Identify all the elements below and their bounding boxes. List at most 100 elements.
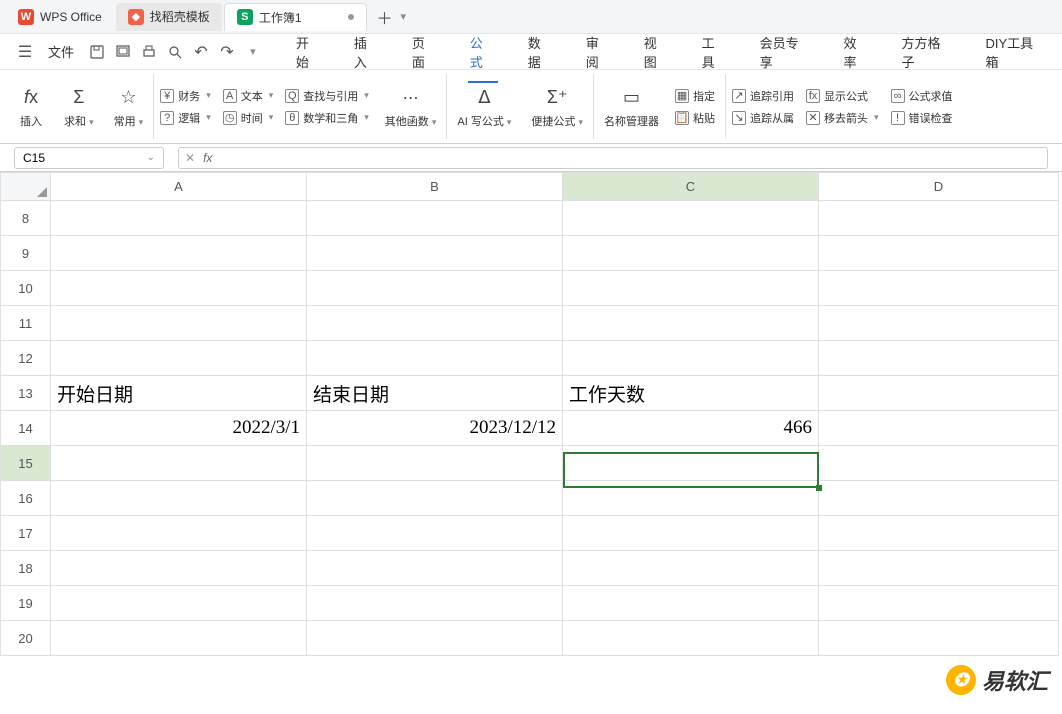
eval-button[interactable]: ∞公式求值	[891, 88, 953, 104]
cell[interactable]	[563, 201, 819, 236]
row-header[interactable]: 12	[1, 341, 51, 376]
cell-C14[interactable]: 466	[563, 411, 819, 446]
tab-insert[interactable]: 插入	[352, 29, 382, 75]
tab-data[interactable]: 数据	[526, 29, 556, 75]
cell[interactable]	[819, 551, 1059, 586]
cell[interactable]	[819, 516, 1059, 551]
cell[interactable]	[307, 446, 563, 481]
common-button[interactable]: ☆ 常用 ▾	[114, 85, 144, 129]
cell[interactable]	[307, 201, 563, 236]
col-header-B[interactable]: B	[307, 173, 563, 201]
row-header[interactable]: 10	[1, 271, 51, 306]
cell[interactable]	[563, 306, 819, 341]
show-formula-button[interactable]: fx显示公式	[806, 88, 879, 104]
row-header[interactable]: 20	[1, 621, 51, 656]
date-button[interactable]: ◷时间▾	[223, 110, 274, 126]
print-icon[interactable]	[138, 41, 160, 63]
cell[interactable]	[563, 551, 819, 586]
row-header[interactable]: 11	[1, 306, 51, 341]
cell[interactable]	[307, 271, 563, 306]
row-header[interactable]: 18	[1, 551, 51, 586]
tab-diy[interactable]: DIY工具箱	[983, 29, 1048, 75]
row-header[interactable]: 19	[1, 586, 51, 621]
cell-A14[interactable]: 2022/3/1	[51, 411, 307, 446]
cell[interactable]	[51, 271, 307, 306]
cell-C13[interactable]: 工作天数	[563, 376, 819, 411]
cancel-icon[interactable]: ✕	[185, 151, 195, 165]
cell[interactable]	[819, 341, 1059, 376]
insert-function-button[interactable]: fx 插入	[18, 85, 44, 129]
cell-B13[interactable]: 结束日期	[307, 376, 563, 411]
cell[interactable]	[51, 306, 307, 341]
cell[interactable]	[307, 551, 563, 586]
row-header[interactable]: 15	[1, 446, 51, 481]
cell[interactable]	[819, 376, 1059, 411]
cell[interactable]	[819, 586, 1059, 621]
file-menu[interactable]: 文件	[40, 42, 82, 61]
find-icon[interactable]	[164, 41, 186, 63]
cell[interactable]	[51, 446, 307, 481]
tab-view[interactable]: 视图	[642, 29, 672, 75]
cell[interactable]	[563, 586, 819, 621]
tab-page[interactable]: 页面	[410, 29, 440, 75]
cell[interactable]	[819, 306, 1059, 341]
tab-efficiency[interactable]: 效率	[842, 29, 872, 75]
cell[interactable]	[307, 236, 563, 271]
undo-icon[interactable]: ↶	[190, 41, 212, 63]
col-header-D[interactable]: D	[819, 173, 1059, 201]
cell[interactable]	[819, 621, 1059, 656]
cell[interactable]	[51, 516, 307, 551]
remove-arrow-button[interactable]: ✕移去箭头▾	[806, 110, 879, 126]
cell[interactable]	[51, 201, 307, 236]
cell[interactable]	[819, 236, 1059, 271]
save-icon[interactable]	[86, 41, 108, 63]
name-box-dropdown-icon[interactable]: ⌄	[147, 152, 155, 163]
tab-tools[interactable]: 工具	[700, 29, 730, 75]
ai-formula-button[interactable]: ᐃ AI 写公式 ▾	[457, 85, 511, 129]
fx-label-icon[interactable]: fx	[203, 151, 212, 165]
assign-button[interactable]: ▦指定	[675, 88, 715, 104]
tab-review[interactable]: 审阅	[584, 29, 614, 75]
name-manager-button[interactable]: ▭ 名称管理器	[604, 85, 659, 129]
cell[interactable]	[563, 481, 819, 516]
cell[interactable]	[819, 481, 1059, 516]
other-fn-button[interactable]: ⋯ 其他函数 ▾	[385, 85, 437, 129]
cell[interactable]	[307, 306, 563, 341]
tab-formula[interactable]: 公式	[468, 29, 498, 75]
math-button[interactable]: θ数学和三角▾	[285, 110, 369, 126]
print-preview-icon[interactable]	[112, 41, 134, 63]
cell[interactable]	[819, 201, 1059, 236]
col-header-A[interactable]: A	[51, 173, 307, 201]
trace-ref-button[interactable]: ↗追踪引用	[732, 88, 794, 104]
cell[interactable]	[51, 586, 307, 621]
spreadsheet-grid[interactable]: A B C D 8 9 10 11 12 13 开始日期 结束日期 工作天数 1…	[0, 172, 1062, 656]
cell[interactable]	[51, 236, 307, 271]
cell[interactable]	[563, 621, 819, 656]
cell-B14[interactable]: 2023/12/12	[307, 411, 563, 446]
logic-button[interactable]: ?逻辑▾	[160, 110, 211, 126]
row-header[interactable]: 13	[1, 376, 51, 411]
cell[interactable]	[819, 446, 1059, 481]
lookup-button[interactable]: Q查找与引用▾	[285, 88, 369, 104]
select-all-corner[interactable]	[1, 173, 51, 201]
cell-C15-selected[interactable]	[563, 446, 819, 481]
row-header[interactable]: 14	[1, 411, 51, 446]
document-tab[interactable]: S 工作簿1	[224, 3, 367, 31]
row-header[interactable]: 9	[1, 236, 51, 271]
row-header[interactable]: 8	[1, 201, 51, 236]
cell-A13[interactable]: 开始日期	[51, 376, 307, 411]
cell[interactable]	[819, 411, 1059, 446]
tab-ffgz[interactable]: 方方格子	[900, 29, 956, 75]
cell[interactable]	[819, 271, 1059, 306]
cell[interactable]	[563, 271, 819, 306]
row-header[interactable]: 17	[1, 516, 51, 551]
col-header-C[interactable]: C	[563, 173, 819, 201]
cell[interactable]	[307, 621, 563, 656]
menu-icon[interactable]: ☰	[14, 41, 36, 63]
cell[interactable]	[563, 516, 819, 551]
autosum-button[interactable]: Σ 求和 ▾	[64, 85, 94, 129]
cell[interactable]	[51, 551, 307, 586]
cell[interactable]	[51, 621, 307, 656]
paste-button[interactable]: 📋粘贴	[675, 110, 715, 126]
formula-input-area[interactable]: ✕ fx	[178, 147, 1048, 169]
